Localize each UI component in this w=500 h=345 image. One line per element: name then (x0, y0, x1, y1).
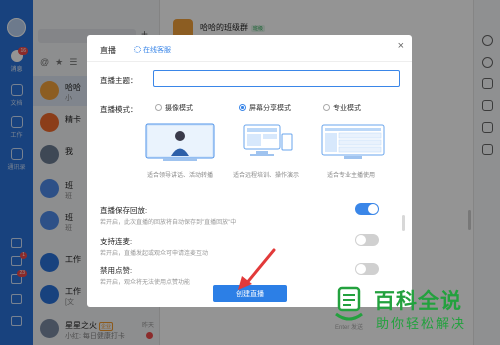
close-icon[interactable]: × (398, 41, 404, 52)
disable-like-toggle[interactable] (355, 263, 379, 275)
mode-label: 直播模式： (100, 105, 138, 114)
radio-icon (323, 104, 330, 111)
radio-icon (155, 104, 162, 111)
dialog-divider (87, 61, 412, 62)
dialog-scrollbar[interactable] (402, 215, 405, 231)
toggle-knob (356, 264, 366, 274)
replay-toggle[interactable] (355, 203, 379, 215)
subject-label: 直播主题： (100, 76, 138, 85)
watermark-subtitle: 助你轻松解决 (376, 316, 467, 331)
support-link[interactable]: 在线客服 (134, 45, 171, 55)
mode-pro-radio[interactable]: 专业模式 (323, 103, 361, 113)
mode-screen-label: 屏幕分享模式 (249, 105, 291, 112)
camera-mode-caption: 适合领导讲话、活动转播 (147, 173, 214, 179)
mode-camera-label: 摄像模式 (165, 105, 193, 112)
dialog-title: 直播 (100, 46, 116, 55)
radio-selected-icon (239, 104, 246, 111)
subject-input[interactable] (153, 70, 400, 87)
support-link-label: 在线客服 (143, 47, 171, 54)
screen-share-illustration[interactable] (230, 122, 304, 162)
mode-pro-label: 专业模式 (333, 105, 361, 112)
toggle-knob (368, 204, 378, 214)
mode-camera-radio[interactable]: 摄像模式 (155, 103, 193, 113)
co-host-setting-desc: 若开启，直播发起或观众可申请连麦互动 (100, 251, 209, 257)
support-icon (134, 46, 141, 53)
mode-screen-radio[interactable]: 屏幕分享模式 (239, 103, 291, 113)
replay-setting-desc: 若开启，此次直播的回放将自动保存到"直播回放"中 (100, 220, 237, 226)
co-host-toggle[interactable] (355, 234, 379, 246)
red-arrow-annotation (238, 248, 276, 290)
disable-like-setting-title: 禁用点赞: (100, 266, 133, 275)
pro-mode-caption: 适合专业主播使用 (327, 173, 376, 179)
watermark-logo (335, 286, 363, 321)
replay-setting-title: 直播保存回放: (100, 206, 148, 215)
pro-mode-illustration[interactable] (316, 122, 390, 162)
toggle-knob (356, 235, 366, 245)
camera-mode-illustration[interactable] (143, 122, 217, 162)
watermark-title: 百科全说 (374, 290, 462, 313)
co-host-setting-title: 支持连麦: (100, 237, 133, 246)
disable-like-setting-desc: 若开启，观众将无法使用点赞功能 (100, 280, 191, 286)
screen-mode-caption: 适合远程培训、操作演示 (233, 173, 300, 179)
